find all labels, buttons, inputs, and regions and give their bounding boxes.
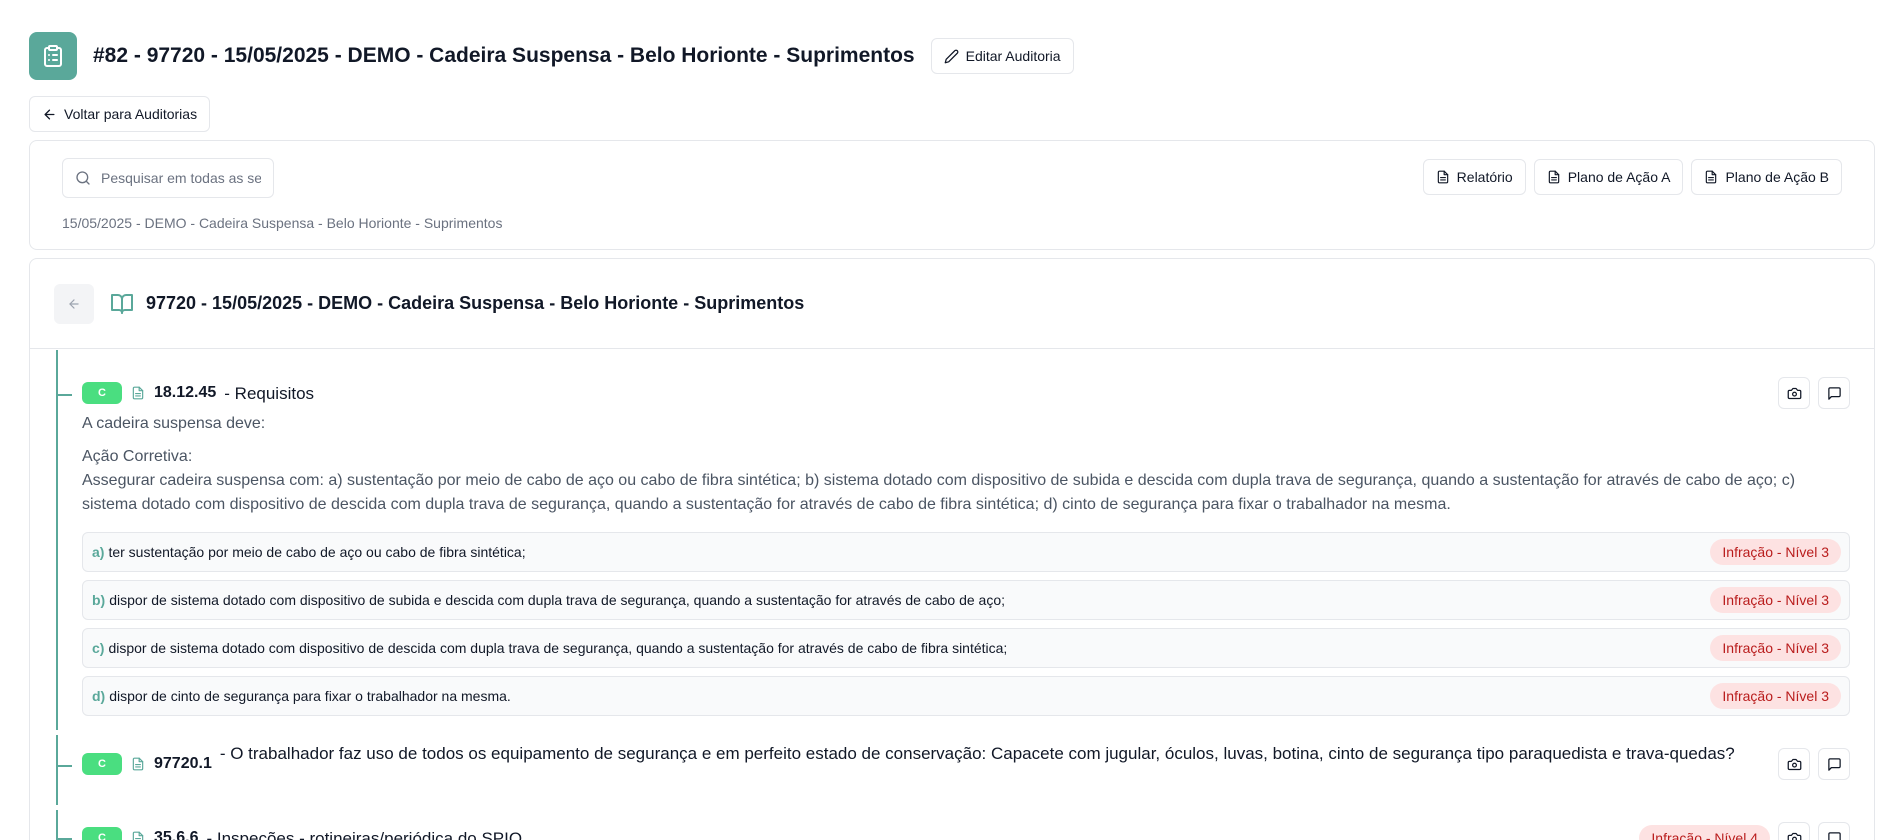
search-icon (76, 171, 90, 185)
comment-button[interactable] (1818, 748, 1850, 780)
corrective-action-title: Ação Corretiva: (82, 448, 193, 465)
arrow-left-icon (69, 298, 79, 309)
compliance-badge: C (82, 753, 122, 775)
tree-line (56, 810, 58, 840)
sub-letter: b) (92, 592, 106, 608)
item-header: C 97720.1 - O trabalhador faz uso de tod… (82, 744, 1850, 780)
report-actions: Relatório Plano de Ação A Plano de Ação … (1422, 159, 1842, 195)
document-icon (131, 382, 145, 404)
action-plan-a-label: Plano de Ação A (1567, 169, 1671, 185)
infraction-badge: Infração - Nível 3 (1710, 683, 1841, 709)
message-square-icon (1827, 386, 1841, 400)
item-code: 18.12.45 (154, 384, 217, 401)
infraction-badge: Infração - Nível 4 (1639, 825, 1770, 840)
item-actions (1758, 377, 1850, 409)
infraction-badge: Infração - Nível 3 (1710, 587, 1841, 613)
sub-text: dispor de cinto de segurança para fixar … (109, 688, 511, 704)
book-open-icon (110, 292, 134, 316)
infraction-badge: Infração - Nível 3 (1710, 635, 1841, 661)
file-text-icon (1548, 170, 1559, 184)
breadcrumb: 15/05/2025 - DEMO - Cadeira Suspensa - B… (62, 215, 503, 231)
item-label: - O trabalhador faz uso de todos os equi… (219, 744, 1735, 763)
camera-button[interactable] (1778, 377, 1810, 409)
item-label: - Inspeções - rotineiras/periódica do SP… (206, 829, 523, 840)
infraction-badge: Infração - Nível 3 (1710, 539, 1841, 565)
search-box[interactable] (62, 158, 274, 198)
item-description: A cadeira suspensa deve: (82, 415, 266, 432)
tree-line (56, 350, 58, 730)
sub-letter: a) (92, 544, 105, 560)
camera-button[interactable] (1778, 822, 1810, 840)
compliance-badge: C (82, 827, 122, 840)
tree-line (56, 735, 58, 805)
item-code: 35.6.6 (154, 829, 199, 840)
corrective-action-text: Assegurar cadeira suspensa com: a) suste… (82, 472, 1796, 513)
item-header: C 18.12.45 - Requisitos (82, 377, 1850, 409)
document-icon (131, 827, 145, 840)
action-plan-b-button[interactable]: Plano de Ação B (1691, 159, 1842, 195)
checklist-item: C 97720.1 - O trabalhador faz uso de tod… (56, 735, 1850, 805)
report-button[interactable]: Relatório (1422, 159, 1526, 195)
sub-letter: d) (92, 688, 106, 704)
message-square-icon (1827, 831, 1841, 840)
back-to-audits-button[interactable]: Voltar para Auditorias (29, 96, 211, 132)
clipboard-icon (29, 32, 77, 80)
sub-requirement: a) ter sustentação por meio de cabo de a… (82, 532, 1850, 572)
item-actions (1758, 748, 1850, 780)
sub-requirement: d) dispor de cinto de segurança para fix… (82, 676, 1850, 716)
file-text-icon (1706, 170, 1717, 184)
action-plan-a-button[interactable]: Plano de Ação A (1533, 159, 1684, 195)
sub-text: dispor de sistema dotado com dispositivo… (108, 640, 1008, 656)
checklist-item: C 35.6.6 - Inspeções - rotineiras/periód… (56, 810, 1850, 840)
camera-button[interactable] (1778, 748, 1810, 780)
edit-audit-label: Editar Auditoria (965, 48, 1061, 64)
search-input[interactable] (101, 170, 261, 186)
item-label: - Requisitos (224, 384, 315, 403)
sub-letter: c) (92, 640, 105, 656)
tree-connector (56, 765, 72, 767)
checklist-card: 97720 - 15/05/2025 - DEMO - Cadeira Susp… (29, 258, 1875, 840)
message-square-icon (1827, 757, 1841, 771)
section-back-button[interactable] (54, 283, 94, 324)
action-plan-b-label: Plano de Ação B (1725, 169, 1829, 185)
tree-connector (56, 394, 72, 396)
comment-button[interactable] (1818, 822, 1850, 840)
pencil-icon (944, 49, 959, 63)
item-actions: Infração - Nível 4 (1619, 822, 1850, 840)
comment-button[interactable] (1818, 377, 1850, 409)
sub-text: ter sustentação por meio de cabo de aço … (108, 544, 526, 560)
section-header: 97720 - 15/05/2025 - DEMO - Cadeira Susp… (30, 259, 1874, 349)
edit-audit-button[interactable]: Editar Auditoria (930, 38, 1074, 74)
camera-icon (1787, 387, 1801, 399)
page-header: #82 - 97720 - 15/05/2025 - DEMO - Cadeir… (29, 32, 1074, 80)
item-header: C 35.6.6 - Inspeções - rotineiras/periód… (82, 822, 1850, 840)
search-card: Relatório Plano de Ação A Plano de Ação … (29, 140, 1875, 250)
sub-requirement: b) dispor de sistema dotado com disposit… (82, 580, 1850, 620)
camera-icon (1787, 832, 1801, 840)
arrow-left-icon (44, 109, 55, 119)
compliance-badge: C (82, 382, 122, 404)
report-label: Relatório (1456, 169, 1513, 185)
sub-text: dispor de sistema dotado com dispositivo… (109, 592, 1005, 608)
back-to-audits-label: Voltar para Auditorias (64, 106, 198, 122)
sub-requirement: c) dispor de sistema dotado com disposit… (82, 628, 1850, 668)
document-icon (131, 753, 145, 775)
page-title: #82 - 97720 - 15/05/2025 - DEMO - Cadeir… (93, 44, 915, 67)
camera-icon (1787, 758, 1801, 770)
file-text-icon (1437, 170, 1448, 184)
section-title: 97720 - 15/05/2025 - DEMO - Cadeira Susp… (146, 293, 805, 313)
item-code: 97720.1 (154, 755, 212, 772)
